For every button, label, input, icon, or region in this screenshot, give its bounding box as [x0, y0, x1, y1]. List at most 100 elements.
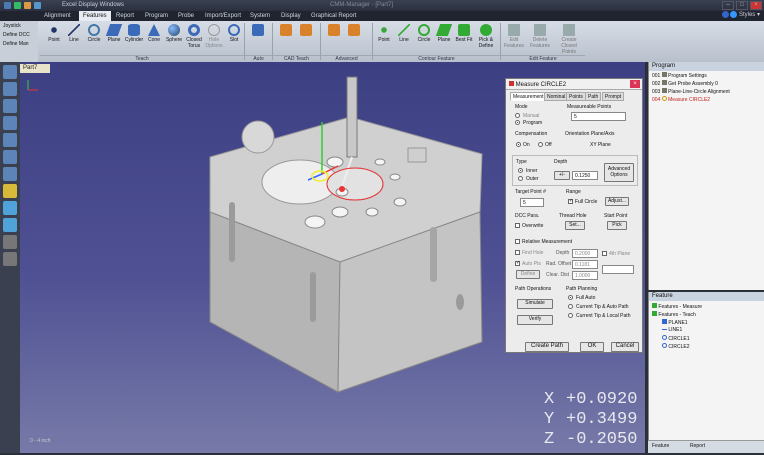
joystick-item[interactable]: Joystick	[0, 21, 38, 30]
clear-dist-input[interactable]: 1.0000	[572, 271, 598, 280]
zoom-window-icon[interactable]	[3, 99, 17, 113]
minimize-icon[interactable]: –	[722, 1, 734, 10]
ok-button[interactable]: OK	[580, 342, 604, 352]
ribbon-hole-options-button[interactable]: Hole Options	[204, 24, 224, 49]
define-dcc-item[interactable]: Define DCC	[0, 30, 38, 39]
part-tab[interactable]: Part7	[20, 64, 50, 73]
find-hole-checkbox[interactable]	[515, 250, 520, 255]
auto-pts-checkbox[interactable]	[515, 260, 520, 266]
relative-measurement-checkbox[interactable]	[515, 239, 520, 244]
save-icon[interactable]	[34, 2, 41, 9]
feature-tree-item[interactable]: Features - Teach	[652, 310, 761, 318]
overwrite-checkbox[interactable]	[515, 223, 520, 228]
program-row[interactable]: 003 Plane-Line-Circle Alignment	[649, 87, 764, 95]
ribbon-sphere-button[interactable]: Sphere	[164, 24, 184, 43]
feature-tree-item[interactable]: CIRCLE1	[652, 334, 761, 342]
twitter-icon[interactable]	[730, 11, 738, 18]
ribbon-point-button[interactable]: Point	[44, 24, 64, 43]
menu-report[interactable]: Report	[116, 13, 134, 19]
shade-icon[interactable]	[3, 201, 17, 215]
type-inner-radio[interactable]	[518, 168, 523, 173]
advanced-button-1[interactable]	[324, 24, 344, 37]
tip-local-path-radio[interactable]	[568, 313, 573, 318]
ribbon-cone-button[interactable]: Cone	[144, 24, 164, 43]
cad-teach-button-2[interactable]	[296, 24, 316, 37]
rotate-icon[interactable]	[3, 167, 17, 181]
define-man-item[interactable]: Define Man	[0, 39, 38, 48]
menu-import-export[interactable]: Import/Export	[205, 13, 241, 19]
fourth-plane-input[interactable]	[602, 265, 634, 274]
maximize-icon[interactable]: □	[736, 1, 748, 10]
wireframe-icon[interactable]	[3, 218, 17, 232]
tab-nominal[interactable]: Nominal	[544, 92, 569, 101]
advanced-button-2[interactable]	[344, 24, 364, 37]
styles-menu[interactable]: Styles ▾	[721, 11, 760, 21]
tab-report[interactable]: Report	[690, 443, 705, 449]
zoom-extents-icon[interactable]	[3, 133, 17, 147]
app-menu-icon[interactable]	[4, 2, 11, 9]
tab-points[interactable]: Points	[566, 92, 586, 101]
rad-offset-input[interactable]: 0.1181	[572, 260, 598, 269]
close-icon[interactable]: ×	[750, 1, 762, 10]
grid-icon[interactable]	[3, 235, 17, 249]
full-circle-checkbox[interactable]	[568, 198, 573, 204]
tip-auto-path-radio[interactable]	[568, 304, 573, 309]
dialog-close-icon[interactable]: ×	[630, 80, 640, 88]
contour-plane-button[interactable]: Plane	[434, 24, 454, 43]
mode-manual-radio[interactable]	[515, 113, 520, 118]
ribbon-line-button[interactable]: Line	[64, 24, 84, 43]
cad-teach-button-1[interactable]	[276, 24, 296, 37]
rel-depth-input[interactable]: 0.2000	[572, 249, 598, 258]
create-closed-points-button[interactable]: Create Closed Points	[554, 24, 584, 55]
start-pick-button[interactable]: Pick	[607, 221, 627, 230]
program-row[interactable]: 002 Get Probe Assembly 0	[649, 79, 764, 87]
create-path-button[interactable]: Create Path	[525, 342, 569, 352]
full-auto-radio[interactable]	[568, 295, 573, 300]
comp-on-radio[interactable]	[516, 142, 521, 147]
menu-features[interactable]: Features	[79, 11, 111, 21]
type-outer-radio[interactable]	[518, 176, 523, 181]
cancel-button[interactable]: Cancel	[611, 342, 639, 352]
measurable-points-input[interactable]: 5	[571, 112, 626, 121]
tab-feature[interactable]: Feature	[652, 443, 669, 449]
program-row-selected[interactable]: 004 Measure CIRCLE2	[649, 95, 764, 103]
ribbon-torus-button[interactable]: Closed Torus	[184, 24, 204, 49]
ribbon-plane-button[interactable]: Plane	[104, 24, 124, 43]
pan-icon[interactable]	[3, 150, 17, 164]
menu-probe[interactable]: Probe	[178, 13, 194, 19]
target-point-input[interactable]: 5	[520, 198, 544, 207]
program-row[interactable]: 001 Program Settings	[649, 71, 764, 79]
select-icon[interactable]	[3, 252, 17, 266]
depth-input[interactable]: 0.1250	[572, 171, 598, 180]
open-icon[interactable]	[24, 2, 31, 9]
zoom-fit-icon[interactable]	[3, 116, 17, 130]
ribbon-circle-button[interactable]: Circle	[84, 24, 104, 43]
simulate-button[interactable]: Simulate	[517, 299, 553, 309]
delete-features-button[interactable]: Delete Features	[528, 24, 552, 49]
define-button[interactable]: Define	[516, 270, 540, 279]
ribbon-slot-button[interactable]: Slot	[224, 24, 244, 43]
feature-tree-item[interactable]: Features - Measure	[652, 302, 761, 310]
zoom-out-icon[interactable]	[3, 82, 17, 96]
menu-graphical-report[interactable]: Graphical Report	[311, 13, 356, 19]
menu-system[interactable]: System	[250, 13, 270, 19]
styles-label[interactable]: Styles	[739, 12, 755, 18]
feature-tree-item[interactable]: PLANE1	[652, 318, 761, 326]
mode-program-radio[interactable]	[515, 120, 520, 125]
adjust-button[interactable]: Adjust...	[605, 197, 629, 206]
tab-prompt[interactable]: Prompt	[602, 92, 625, 101]
contour-line-button[interactable]: Line	[394, 24, 414, 43]
menu-alignment[interactable]: Alignment	[44, 13, 71, 19]
feature-tree-item[interactable]: CIRCLE2	[652, 342, 761, 350]
tab-measurement[interactable]: Measurement	[510, 92, 547, 101]
comp-off-radio[interactable]	[538, 142, 543, 147]
thread-set-button[interactable]: Set...	[565, 221, 585, 230]
edit-features-button[interactable]: Edit Features	[502, 24, 526, 49]
contour-point-button[interactable]: Point	[374, 24, 394, 43]
menu-display[interactable]: Display	[281, 13, 301, 19]
view-icon[interactable]	[3, 184, 17, 198]
pick-define-button[interactable]: Pick & Define	[474, 24, 498, 49]
auto-feature-button[interactable]	[248, 24, 268, 37]
ribbon-cylinder-button[interactable]: Cylinder	[124, 24, 144, 43]
verify-button[interactable]: Verify	[517, 315, 553, 325]
